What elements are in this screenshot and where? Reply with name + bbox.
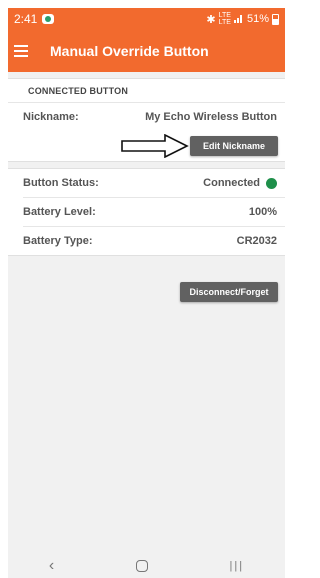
connected-indicator-icon (266, 177, 277, 189)
battery-level-label: Battery Level: (23, 206, 96, 218)
bluetooth-icon: ✱ (206, 13, 216, 26)
battery-type-value: CR2032 (236, 235, 277, 247)
network-label-top: LTE (218, 12, 231, 19)
button-status-label: Button Status: (23, 177, 99, 189)
divider (8, 161, 285, 169)
app-notification-icon (42, 14, 55, 24)
disconnect-forget-button[interactable]: Disconnect/Forget (180, 282, 278, 302)
recents-nav-icon[interactable]: ||| (230, 560, 245, 572)
nickname-row: Nickname: My Echo Wireless Button (8, 103, 285, 131)
button-status-row: Button Status: Connected (8, 169, 285, 197)
nickname-value: My Echo Wireless Button (145, 111, 277, 123)
home-nav-icon[interactable] (135, 559, 148, 572)
battery-icon (272, 13, 279, 25)
section-header: CONNECTED BUTTON (8, 79, 285, 103)
disconnect-row: Disconnect/Forget (8, 282, 285, 302)
app-title: Manual Override Button (50, 43, 209, 59)
edit-nickname-button[interactable]: Edit Nickname (190, 136, 278, 156)
connected-button-card: CONNECTED BUTTON Nickname: My Echo Wirel… (8, 78, 285, 256)
back-nav-icon[interactable]: ‹ (49, 557, 54, 575)
battery-type-label: Battery Type: (23, 235, 93, 247)
system-nav-bar: ‹ ||| (8, 553, 285, 578)
network-label-bottom: LTE (218, 19, 231, 26)
app-bar: Manual Override Button (8, 30, 285, 72)
battery-type-row: Battery Type: CR2032 (8, 227, 285, 255)
battery-percent: 51% (246, 13, 269, 25)
status-time: 2:41 (14, 12, 38, 26)
network-type: LTE LTE (219, 12, 231, 26)
nickname-label: Nickname: (23, 111, 79, 123)
button-status-value-group: Connected (203, 177, 277, 189)
status-bar: 2:41 ✱ LTE LTE 51% (8, 8, 285, 30)
phone-screen: 2:41 ✱ LTE LTE 51% Manual Override Butto… (8, 8, 285, 578)
battery-level-value: 100% (248, 206, 277, 218)
status-icons: ✱ LTE LTE 51% (206, 12, 279, 26)
signal-icon (233, 13, 244, 26)
arrow-annotation (121, 134, 189, 158)
button-status-value: Connected (203, 177, 260, 189)
edit-row: Edit Nickname (8, 131, 285, 161)
battery-level-row: Battery Level: 100% (8, 198, 285, 226)
menu-icon[interactable] (14, 45, 28, 57)
